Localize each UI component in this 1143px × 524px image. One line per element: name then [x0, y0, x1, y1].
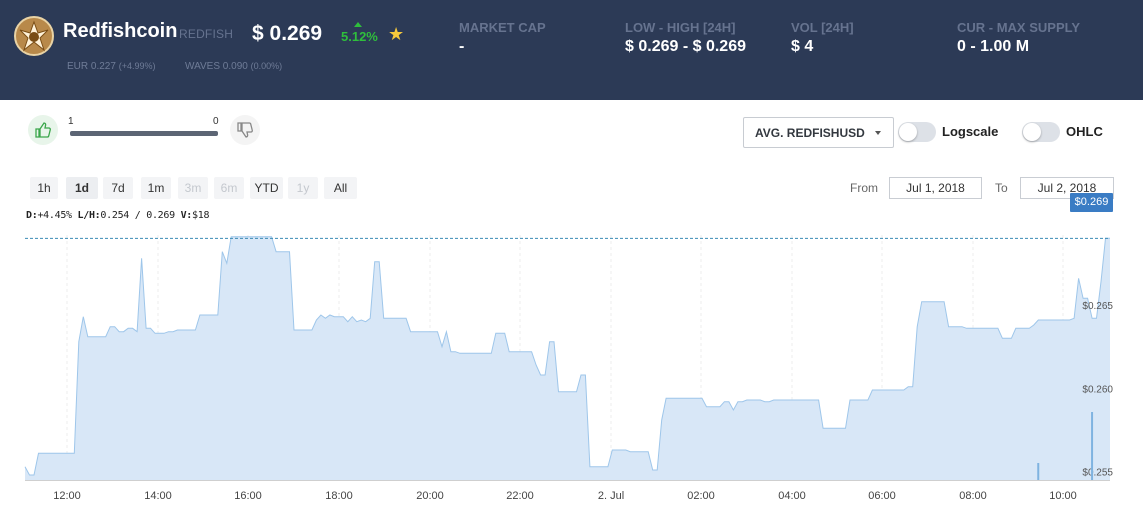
waves-label: WAVES: [185, 61, 221, 72]
x-tick-label: 06:00: [868, 490, 896, 502]
coin-header: Redfishcoin REDFISH $ 0.269 5.12% ★ EUR …: [0, 0, 1143, 100]
waves-price: WAVES 0.090 (0.00%): [185, 61, 282, 72]
range-all[interactable]: All: [324, 177, 357, 199]
eur-change: (+4.99%): [118, 61, 156, 71]
price-chart[interactable]: 12:00 14:00 16:00 18:00 20:00 22:00 2. Jul 02:0…: [0, 200, 1143, 524]
range-1h[interactable]: 1h: [30, 177, 58, 199]
current-price-tag: $0.269: [1070, 193, 1113, 212]
range-1m[interactable]: 1m: [141, 177, 171, 199]
eur-price: EUR 0.227 (+4.99%): [67, 61, 156, 72]
range-ytd[interactable]: YTD: [250, 177, 283, 199]
x-tick-label: 08:00: [959, 490, 987, 502]
readout-sep: /: [134, 210, 141, 221]
x-tick-label: 20:00: [416, 490, 444, 502]
range-1d[interactable]: 1d: [66, 177, 98, 199]
x-tick-label: 18:00: [325, 490, 353, 502]
price-change: 5.12%: [341, 29, 378, 44]
vote-ratio-bar: [70, 131, 218, 136]
waves-change: (0.00%): [250, 61, 283, 71]
readout-v-label: V:: [180, 210, 193, 221]
y-tick-label: $0.260: [1082, 384, 1113, 395]
market-cap-value: -: [459, 38, 465, 55]
coin-price: $ 0.269: [252, 22, 323, 45]
volume-bar: [1091, 412, 1094, 480]
low-high-value: $ 0.269 - $ 0.269: [625, 38, 746, 55]
x-tick-label: 04:00: [778, 490, 806, 502]
readout-d-value: +4.45%: [37, 210, 72, 221]
supply-label: CUR - MAX SUPPLY: [957, 20, 1081, 35]
y-tick-label: $0.265: [1082, 301, 1113, 312]
volume-value: $ 4: [791, 38, 814, 55]
range-3m[interactable]: 3m: [178, 177, 208, 199]
x-tick-label: 2. Jul: [598, 490, 624, 502]
ohlc-toggle[interactable]: [1022, 122, 1060, 142]
logscale-toggle[interactable]: [898, 122, 936, 142]
vote-down-button[interactable]: [230, 115, 260, 145]
pair-select-value: AVG. REDFISHUSD: [755, 126, 865, 140]
price-area: [25, 236, 1110, 480]
coin-logo-icon: [19, 20, 49, 52]
thumbs-down-icon: [237, 122, 253, 138]
supply-value: 0 - 1.00 M: [957, 38, 1030, 55]
favorite-star-icon[interactable]: ★: [388, 24, 404, 45]
ohlc-label: OHLC: [1066, 124, 1103, 139]
logscale-label: Logscale: [942, 124, 999, 139]
x-tick-label: 12:00: [53, 490, 81, 502]
x-tick-label: 10:00: [1049, 490, 1077, 502]
change-up-arrow-icon: [354, 22, 362, 27]
from-label: From: [850, 181, 878, 195]
toggle-knob: [1023, 123, 1041, 141]
from-date-input[interactable]: Jul 1, 2018: [889, 177, 982, 199]
readout-v-value: $18: [192, 210, 210, 221]
range-7d[interactable]: 7d: [103, 177, 133, 199]
thumbs-up-icon: [35, 122, 51, 138]
up-votes-count: 1: [68, 116, 74, 127]
readout-high: 0.269: [146, 210, 175, 221]
down-votes-count: 0: [213, 116, 219, 127]
coin-logo: [14, 16, 54, 56]
pair-select[interactable]: AVG. REDFISHUSD: [743, 117, 894, 148]
eur-label: EUR: [67, 61, 89, 72]
readout-low: 0.254: [100, 210, 130, 221]
volume-label: VOL [24H]: [791, 20, 854, 35]
y-tick-label: $0.255: [1082, 468, 1113, 479]
range-6m[interactable]: 6m: [214, 177, 244, 199]
coin-symbol: REDFISH: [179, 27, 234, 41]
waves-value: 0.090: [222, 61, 248, 72]
to-label: To: [995, 181, 1008, 195]
x-tick-label: 02:00: [687, 490, 715, 502]
vote-up-button[interactable]: [28, 115, 58, 145]
coin-name: Redfishcoin: [63, 20, 178, 42]
market-cap-label: MARKET CAP: [459, 20, 546, 35]
toggle-knob: [899, 123, 917, 141]
low-high-label: LOW - HIGH [24H]: [625, 20, 736, 35]
readout-lh-label: L/H:: [77, 210, 101, 221]
volume-bar: [1037, 463, 1040, 480]
range-1y[interactable]: 1y: [288, 177, 318, 199]
readout-d-label: D:: [26, 210, 38, 221]
ohlc-readout: D:+4.45% L/H:0.254 / 0.269 V:$18: [26, 210, 209, 221]
eur-value: 0.227: [90, 61, 116, 72]
x-tick-label: 22:00: [506, 490, 534, 502]
x-tick-label: 14:00: [144, 490, 172, 502]
x-tick-label: 16:00: [234, 490, 262, 502]
chevron-down-icon: [875, 131, 881, 135]
